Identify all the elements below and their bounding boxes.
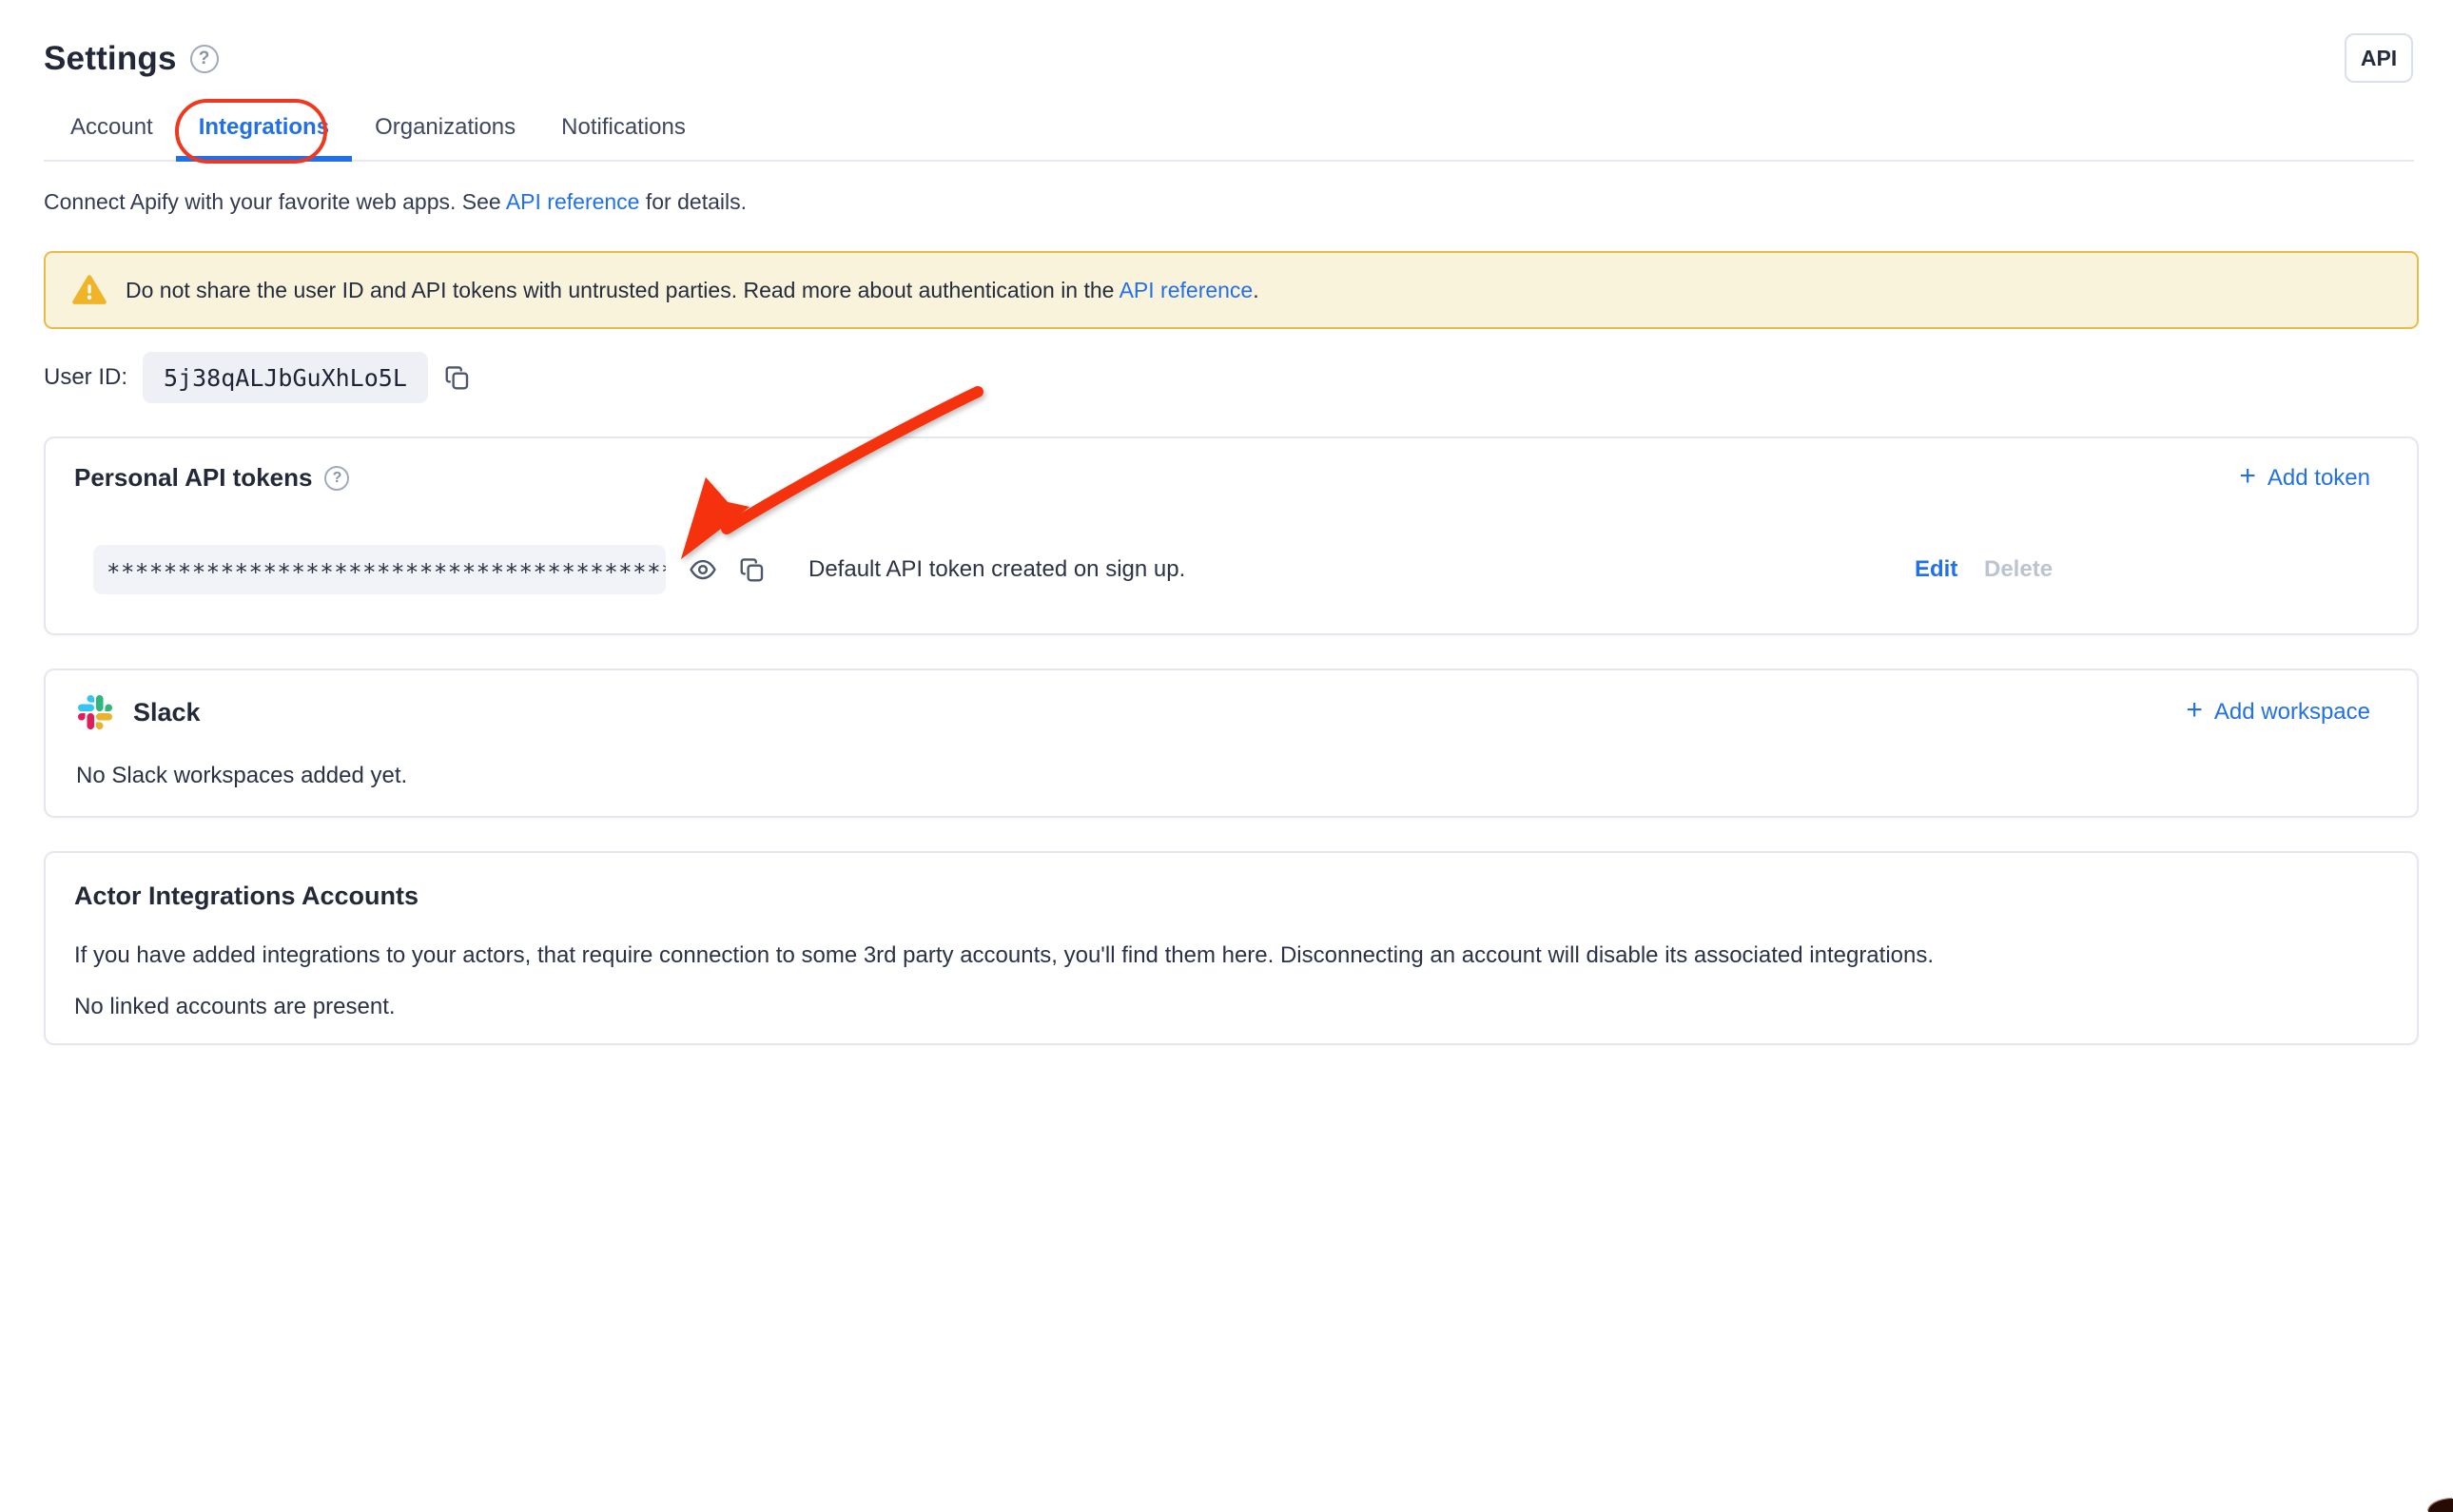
page-title-text: Settings [44,40,177,78]
slack-empty-text: No Slack workspaces added yet. [76,763,407,789]
intro-text-after: for details. [639,189,747,214]
settings-tabs: Account Integrations Organizations Notif… [44,107,2414,162]
reveal-token-button[interactable] [689,555,717,584]
masked-token-field[interactable]: ****************************************… [93,545,666,594]
plus-icon: + [2186,696,2203,725]
user-id-row: User ID: 5j38qALJbGuXhLo5L [44,352,472,403]
user-id-label: User ID: [44,364,127,391]
tab-organizations[interactable]: Organizations [352,114,538,162]
warning-text: Do not share the user ID and API tokens … [126,278,1259,303]
warning-icon [72,274,107,306]
warning-text-after: . [1253,278,1258,302]
add-token-button[interactable]: + Add token [2239,464,2370,493]
api-button[interactable]: API [2345,33,2413,83]
help-icon[interactable]: ? [324,466,349,491]
eye-icon [689,555,717,584]
help-icon[interactable]: ? [190,45,219,73]
add-workspace-button[interactable]: + Add workspace [2186,698,2370,727]
edit-token-button[interactable]: Edit [1915,556,1957,583]
screen-corner-artifact [2428,1499,2453,1512]
intro-text: Connect Apify with your favorite web app… [44,189,747,215]
actor-integrations-card: Actor Integrations Accounts If you have … [44,851,2419,1045]
token-row: ****************************************… [93,545,2370,594]
warning-banner: Do not share the user ID and API tokens … [44,251,2419,329]
warning-text-before: Do not share the user ID and API tokens … [126,278,1119,302]
add-workspace-label: Add workspace [2214,699,2370,726]
add-token-label: Add token [2268,465,2370,492]
warning-api-reference-link[interactable]: API reference [1119,278,1254,302]
personal-api-tokens-title-text: Personal API tokens [74,463,312,493]
personal-api-tokens-title: Personal API tokens ? [74,463,349,493]
copy-icon [443,363,472,392]
copy-user-id-button[interactable] [443,363,472,392]
slack-icon [78,695,112,729]
copy-icon [738,555,767,584]
slack-card: Slack + Add workspace No Slack workspace… [44,669,2419,818]
intro-text-before: Connect Apify with your favorite web app… [44,189,506,214]
user-id-value: 5j38qALJbGuXhLo5L [143,352,428,403]
token-description: Default API token created on sign up. [808,556,1185,583]
tab-account[interactable]: Account [48,114,176,162]
copy-token-button[interactable] [738,555,767,584]
page-title: Settings ? [44,40,219,78]
actor-integrations-empty-text: No linked accounts are present. [74,994,396,1020]
delete-token-button[interactable]: Delete [1984,556,2053,583]
slack-card-title: Slack [133,698,201,727]
tab-notifications[interactable]: Notifications [538,114,709,162]
tab-integrations[interactable]: Integrations [176,114,352,162]
actor-integrations-description: If you have added integrations to your a… [74,942,1934,969]
personal-api-tokens-card: Personal API tokens ? + Add token ******… [44,436,2419,635]
plus-icon: + [2239,462,2256,491]
api-reference-link[interactable]: API reference [506,189,640,214]
actor-integrations-title: Actor Integrations Accounts [74,882,419,911]
